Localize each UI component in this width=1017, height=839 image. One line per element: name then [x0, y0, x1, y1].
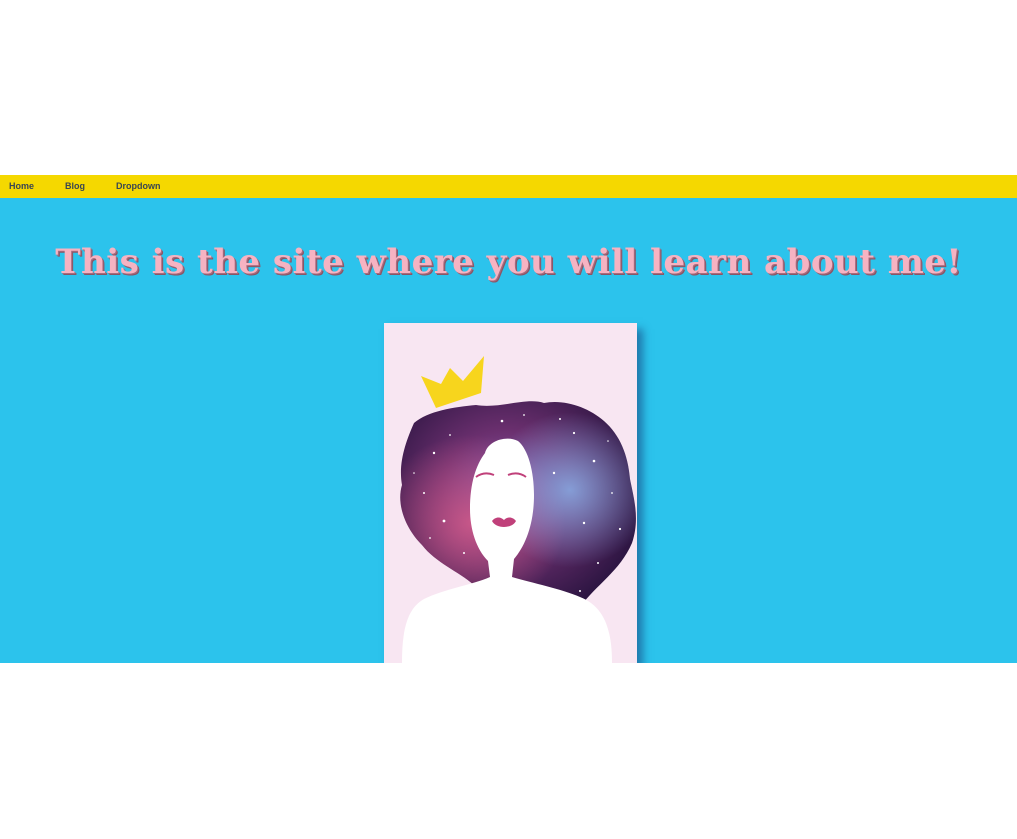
nav-blog-link[interactable]: Blog	[65, 175, 85, 198]
nav-home-link[interactable]: Home	[9, 175, 34, 198]
galaxy-hair-woman-image	[400, 356, 636, 663]
crown-icon	[421, 356, 484, 408]
portrait-illustration	[384, 323, 637, 663]
hero-section: This is the site where you will learn ab…	[0, 198, 1017, 663]
nav-dropdown-toggle[interactable]: Dropdown	[116, 175, 161, 198]
hero-headline: This is the site where you will learn ab…	[55, 242, 962, 282]
top-navbar: Home Blog Dropdown	[0, 175, 1017, 198]
